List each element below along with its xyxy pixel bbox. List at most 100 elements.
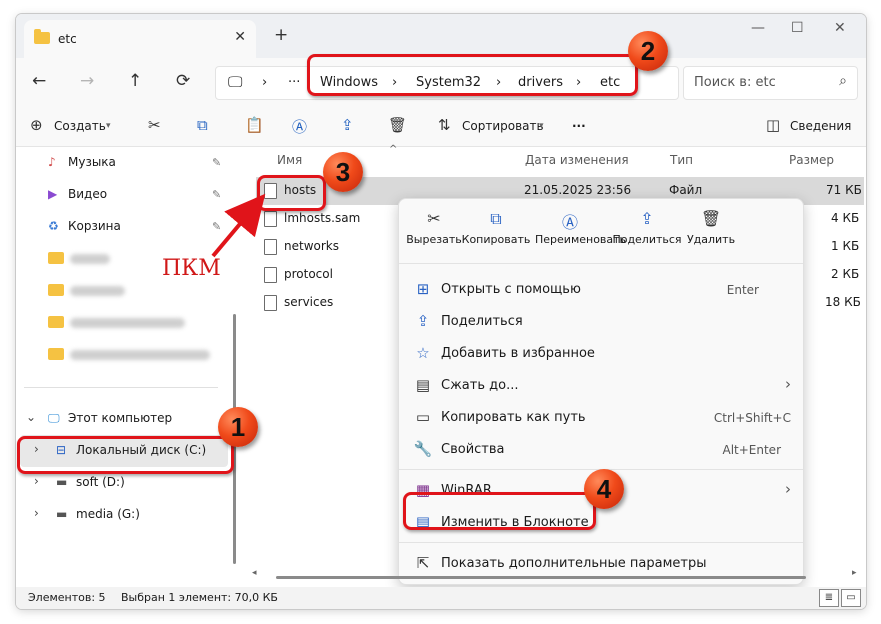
wrench-icon: 🔧 — [413, 440, 433, 458]
rename-icon[interactable]: Ⓐ — [292, 116, 307, 137]
copy-icon: ⧉ — [490, 209, 502, 228]
new-tab-button[interactable]: + — [274, 25, 288, 45]
delete-icon: 🗑 — [700, 209, 722, 228]
tab-etc[interactable]: etc ✕ — [24, 20, 256, 58]
folder-icon — [48, 348, 64, 360]
menu-item-label: Копировать как путь — [441, 410, 586, 425]
up-button[interactable]: ↑ — [128, 71, 142, 91]
sort-icon: ⇅ — [438, 116, 451, 134]
menu-item-label: Поделиться — [441, 314, 523, 329]
cut-icon: ✂ — [427, 209, 441, 228]
chevron-right-icon: › — [785, 480, 791, 498]
chevron-right-icon[interactable]: › — [34, 506, 39, 520]
menu-item-properties[interactable]: 🔧 Свойства Alt+Enter — [403, 434, 799, 466]
file-name: lmhosts.sam — [284, 211, 361, 225]
column-name[interactable]: Имя — [277, 153, 302, 167]
more-options-button[interactable]: ··· — [572, 119, 586, 133]
rename-button[interactable]: Ⓐ Переименовать — [535, 209, 626, 246]
delete-button[interactable]: 🗑 Удалить — [676, 209, 746, 246]
close-button[interactable]: ✕ — [834, 20, 846, 36]
file-size: 1 КБ — [831, 239, 860, 253]
file-date: 21.05.2025 23:56 — [524, 183, 632, 197]
scroll-left-icon[interactable]: ◂ — [252, 568, 257, 578]
cut-icon[interactable]: ✂ — [148, 116, 161, 134]
highlight-drive-c — [17, 436, 234, 474]
sidebar-item-music[interactable]: ♪ Музыка ✎ — [16, 147, 231, 179]
step-badge-4: 4 — [584, 469, 624, 509]
forward-button[interactable]: → — [80, 71, 94, 91]
file-size: 18 КБ — [825, 295, 861, 309]
file-type: Файл — [669, 183, 703, 197]
column-date[interactable]: Дата изменения — [525, 153, 629, 167]
selection-info: Выбран 1 элемент: 70,0 КБ — [121, 591, 278, 604]
chevron-right-icon: › — [785, 375, 791, 393]
title-bar: etc ✕ + — ☐ ✕ — [16, 14, 866, 58]
create-button[interactable]: Создать — [54, 119, 106, 133]
back-button[interactable]: ← — [32, 71, 46, 91]
video-icon: ▶ — [48, 187, 58, 201]
menu-item-share[interactable]: ⇪ Поделиться — [403, 306, 799, 338]
computer-icon: 🖵 — [48, 411, 60, 425]
pkm-label: ПКМ — [162, 256, 221, 281]
refresh-button[interactable]: ⟳ — [176, 71, 190, 91]
blurred-label — [70, 350, 210, 360]
menu-item-add-favorites[interactable]: ☆ Добавить в избранное — [403, 338, 799, 370]
file-name: protocol — [284, 267, 333, 281]
share-button[interactable]: ⇪ Поделиться — [612, 209, 682, 246]
sidebar-item-this-pc[interactable]: ⌄ 🖵 Этот компьютер — [16, 403, 231, 435]
search-box[interactable]: Поиск в: etc ⌕ — [683, 66, 858, 100]
copy-path-icon: ▭ — [415, 408, 431, 426]
menu-item-open-with[interactable]: ⊞ Открыть с помощью Enter — [403, 274, 799, 306]
quick-action-label: Вырезать — [406, 233, 462, 246]
maximize-button[interactable]: ☐ — [791, 20, 804, 36]
pin-icon: ✎ — [212, 156, 222, 169]
menu-item-label: Сжать до... — [441, 378, 519, 393]
delete-icon[interactable]: 🗑 — [388, 116, 407, 134]
quick-action-label: Копировать — [461, 233, 531, 246]
sort-button[interactable]: Сортировать — [462, 119, 544, 133]
file-name: services — [284, 295, 334, 309]
share-icon: ⇪ — [640, 209, 654, 228]
folder-icon — [34, 29, 50, 44]
copy-icon[interactable]: ⧉ — [197, 116, 208, 134]
sidebar-item-blurred-folder[interactable] — [16, 307, 231, 339]
menu-item-copy-path[interactable]: ▭ Копировать как путь Ctrl+Shift+C — [403, 402, 799, 434]
folder-icon — [48, 252, 64, 264]
chevron-icon[interactable]: › — [262, 75, 267, 90]
menu-item-label: Показать дополнительные параметры — [441, 556, 707, 571]
copy-button[interactable]: ⧉ Копировать — [461, 209, 531, 246]
file-size: 2 КБ — [831, 267, 860, 281]
sidebar-item-blurred-folder[interactable] — [16, 339, 231, 371]
column-type[interactable]: Тип — [670, 153, 693, 167]
details-view-icon[interactable]: ≣ — [819, 589, 839, 607]
chevron-down-icon[interactable]: ⌄ — [26, 410, 36, 424]
star-icon: ☆ — [416, 344, 430, 362]
minimize-button[interactable]: — — [751, 20, 765, 36]
column-size[interactable]: Размер — [789, 153, 834, 167]
drive-icon: ▬ — [56, 475, 68, 489]
sort-arrow-icon: ^ — [389, 144, 398, 155]
more-path-button[interactable]: ··· — [288, 75, 300, 90]
cut-button[interactable]: ✂ Вырезать — [399, 209, 469, 246]
divider — [399, 263, 803, 264]
search-input[interactable]: Поиск в: etc — [694, 75, 776, 90]
sidebar-item-drive-g[interactable]: › ▬ media (G:) — [16, 499, 231, 531]
tiles-view-icon[interactable]: ▭ — [841, 589, 861, 607]
chevron-right-icon[interactable]: › — [34, 474, 39, 488]
divider — [399, 542, 803, 543]
scrollbar-thumb[interactable] — [276, 576, 806, 579]
paste-icon[interactable]: 📋 — [245, 116, 264, 134]
menu-item-shortcut: Enter — [726, 283, 759, 297]
menu-item-label: Свойства — [441, 442, 505, 457]
menu-item-shortcut: Ctrl+Shift+C — [713, 411, 791, 425]
share-icon: ⇪ — [416, 312, 430, 330]
command-bar: ⊕ Создать ▾ ✂ ⧉ 📋 Ⓐ ⇪ 🗑 ⇅ Сортировать ▾ … — [16, 106, 866, 147]
pc-icon: 🖵 — [228, 73, 243, 91]
horizontal-scrollbar[interactable]: ◂ ▸ — [248, 568, 864, 581]
scroll-right-icon[interactable]: ▸ — [852, 568, 857, 578]
menu-item-compress[interactable]: ▤ Сжать до... › — [403, 370, 799, 402]
share-icon[interactable]: ⇪ — [341, 116, 354, 134]
details-button[interactable]: Сведения — [790, 119, 851, 133]
tab-close-icon[interactable]: ✕ — [234, 29, 246, 45]
blurred-label — [70, 318, 185, 328]
